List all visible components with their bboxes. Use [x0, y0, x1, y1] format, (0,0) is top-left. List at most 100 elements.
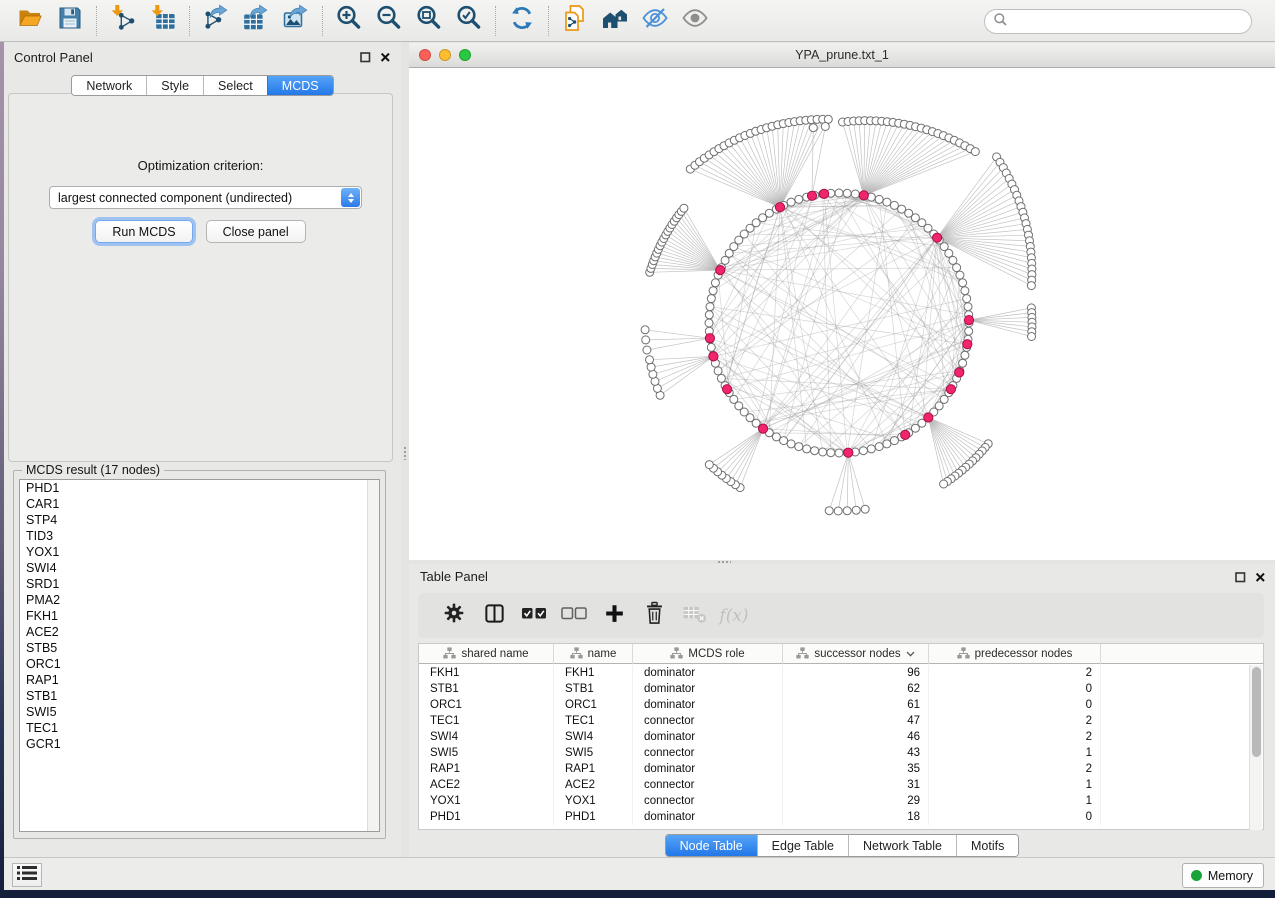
mcds-result-item[interactable]: PMA2: [20, 592, 379, 608]
tab-select[interactable]: Select: [203, 76, 267, 95]
show-column-panel-button[interactable]: [474, 596, 514, 636]
zoom-in-button[interactable]: [329, 3, 369, 39]
graph-node[interactable]: [971, 148, 979, 156]
mcds-result-item[interactable]: YOX1: [20, 544, 379, 560]
table-row[interactable]: ACE2ACE2connector311: [419, 777, 1263, 793]
run-mcds-button[interactable]: Run MCDS: [95, 220, 192, 243]
graph-node[interactable]: [963, 295, 971, 303]
graph-dominator-node[interactable]: [844, 448, 853, 457]
hide-unselected-button[interactable]: [635, 3, 675, 39]
mcds-result-item[interactable]: SWI5: [20, 704, 379, 720]
graph-dominator-node[interactable]: [933, 233, 942, 242]
graph-node[interactable]: [961, 351, 969, 359]
graph-node[interactable]: [959, 359, 967, 367]
table-row[interactable]: RAP1RAP1dominator352: [419, 761, 1263, 777]
mcds-result-item[interactable]: STP4: [20, 512, 379, 528]
show-selected-button[interactable]: [675, 3, 715, 39]
tab-edge-table[interactable]: Edge Table: [757, 835, 848, 856]
graph-dominator-node[interactable]: [955, 368, 964, 377]
delete-column-button[interactable]: [634, 596, 674, 636]
graph-dominator-node[interactable]: [759, 424, 768, 433]
graph-node[interactable]: [795, 443, 803, 451]
import-table-button[interactable]: [143, 3, 183, 39]
graph-node[interactable]: [959, 279, 967, 287]
export-session-network-button[interactable]: [555, 3, 595, 39]
graph-node[interactable]: [834, 507, 842, 515]
table-row[interactable]: SWI4SWI4dominator462: [419, 729, 1263, 745]
mcds-result-list[interactable]: PHD1CAR1STP4TID3YOX1SWI4SRD1PMA2FKH1ACE2…: [19, 479, 380, 832]
zoom-selected-button[interactable]: [449, 3, 489, 39]
mcds-result-item[interactable]: FKH1: [20, 608, 379, 624]
graph-dominator-node[interactable]: [946, 385, 955, 394]
graph-node[interactable]: [843, 189, 851, 197]
table-row[interactable]: YOX1YOX1connector291: [419, 793, 1263, 809]
graph-node[interactable]: [646, 356, 654, 364]
tab-style[interactable]: Style: [146, 76, 203, 95]
mcds-result-item[interactable]: STB1: [20, 688, 379, 704]
column-header-successor-nodes[interactable]: successor nodes: [783, 644, 929, 664]
graph-node[interactable]: [809, 124, 817, 132]
export-table-button[interactable]: [236, 3, 276, 39]
graph-node[interactable]: [883, 198, 891, 206]
graph-node[interactable]: [956, 271, 964, 279]
table-scrollbar[interactable]: [1249, 665, 1262, 830]
graph-node[interactable]: [861, 505, 869, 513]
column-header-predecessor-nodes[interactable]: predecessor nodes: [929, 644, 1101, 664]
graph-node[interactable]: [890, 437, 898, 445]
graph-node[interactable]: [867, 445, 875, 453]
graph-node[interactable]: [953, 264, 961, 272]
mcds-result-item[interactable]: TEC1: [20, 720, 379, 736]
graph-node[interactable]: [835, 449, 843, 457]
graph-node[interactable]: [647, 363, 655, 371]
graph-node[interactable]: [852, 506, 860, 514]
graph-node[interactable]: [1027, 282, 1035, 290]
tab-mcds[interactable]: MCDS: [267, 76, 333, 95]
table-row[interactable]: ORC1ORC1dominator610: [419, 697, 1263, 713]
graph-node[interactable]: [965, 327, 973, 335]
mcds-result-item[interactable]: TID3: [20, 528, 379, 544]
table-row[interactable]: PHD1PHD1dominator180: [419, 809, 1263, 825]
mcds-result-item[interactable]: ORC1: [20, 656, 379, 672]
select-all-rows-button[interactable]: [514, 596, 554, 636]
table-row[interactable]: SWI5SWI5connector431: [419, 745, 1263, 761]
graph-node[interactable]: [707, 295, 715, 303]
export-network-button[interactable]: [196, 3, 236, 39]
graph-node[interactable]: [875, 195, 883, 203]
import-network-button[interactable]: [103, 3, 143, 39]
graph-node[interactable]: [851, 190, 859, 198]
export-image-button[interactable]: [276, 3, 316, 39]
graph-node[interactable]: [787, 198, 795, 206]
graph-dominator-node[interactable]: [807, 191, 816, 200]
search-input[interactable]: [1008, 12, 1251, 32]
zoom-out-button[interactable]: [369, 3, 409, 39]
table-scrollbar-thumb[interactable]: [1252, 667, 1261, 757]
graph-node[interactable]: [641, 326, 649, 334]
table-row[interactable]: TEC1TEC1connector472: [419, 713, 1263, 729]
graph-node[interactable]: [714, 367, 722, 375]
column-header-shared-name[interactable]: shared name: [419, 644, 554, 664]
save-session-button[interactable]: [50, 3, 90, 39]
open-session-button[interactable]: [10, 3, 50, 39]
graph-node[interactable]: [835, 189, 843, 197]
graph-dominator-node[interactable]: [709, 352, 718, 361]
graph-node[interactable]: [705, 461, 713, 469]
graph-dominator-node[interactable]: [775, 203, 784, 212]
graph-node[interactable]: [1028, 333, 1036, 341]
graph-node[interactable]: [819, 448, 827, 456]
task-history-button[interactable]: [12, 863, 42, 887]
tab-node-table[interactable]: Node Table: [666, 835, 757, 856]
graph-node[interactable]: [875, 443, 883, 451]
graph-dominator-node[interactable]: [716, 266, 725, 275]
graph-node[interactable]: [717, 374, 725, 382]
tab-network[interactable]: Network: [72, 76, 146, 95]
graph-node[interactable]: [883, 440, 891, 448]
table-row[interactable]: STB1STB1dominator620: [419, 681, 1263, 697]
network-window-titlebar[interactable]: YPA_prune.txt_1: [409, 43, 1275, 68]
mcds-result-item[interactable]: GCR1: [20, 736, 379, 752]
graph-node[interactable]: [642, 336, 650, 344]
graph-node[interactable]: [705, 311, 713, 319]
column-header-MCDS-role[interactable]: MCDS role: [633, 644, 783, 664]
zoom-fit-button[interactable]: [409, 3, 449, 39]
graph-dominator-node[interactable]: [901, 430, 910, 439]
graph-node[interactable]: [940, 480, 948, 488]
